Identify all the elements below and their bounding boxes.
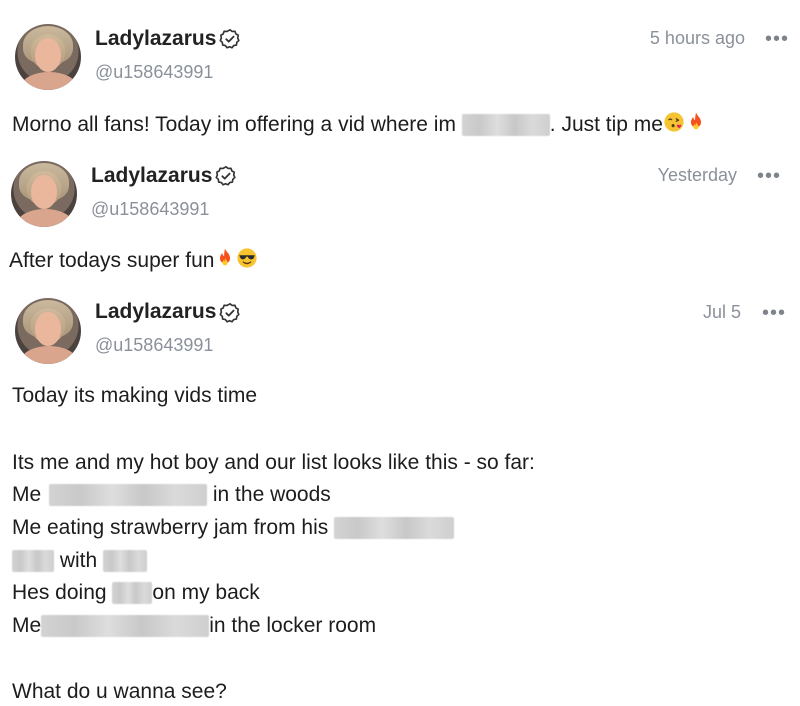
post-text-line: Hes doing on my back [12, 581, 260, 605]
post-text-part: with [59, 549, 98, 572]
face-blowing-kiss-emoji [664, 112, 684, 132]
censored-text-blur [103, 550, 148, 573]
more-options-icon[interactable]: ••• [762, 302, 786, 325]
post-text-part: Me [12, 614, 42, 637]
post-timestamp[interactable]: Jul 5 [703, 302, 741, 323]
verified-badge-icon [215, 166, 236, 186]
post-text: Morno all fans! Today im offering a vid … [12, 111, 707, 137]
post-timestamp[interactable]: Yesterday [658, 165, 737, 186]
fire-emoji [690, 112, 702, 130]
post-text-part: on my back [152, 581, 260, 604]
post-text: After todays super fun [9, 247, 258, 273]
verified-badge-icon [219, 29, 240, 49]
post-text-part: in the locker room [209, 614, 377, 637]
post-text-part: Me eating strawberry jam from his [12, 516, 329, 539]
more-options-icon[interactable]: ••• [765, 28, 789, 51]
censored-text-blur [12, 550, 54, 573]
post-text-part: After todays super fun [9, 249, 215, 272]
post-text-part: Hes doing [12, 581, 107, 604]
post-text-part: . Just tip me [549, 113, 663, 136]
author-name[interactable]: Ladylazarus [95, 300, 216, 324]
avatar[interactable] [11, 161, 77, 227]
post-text-line: Me in the locker room [12, 614, 376, 638]
smiling-face-with-sunglasses-emoji [237, 248, 258, 268]
post-text-line: with [12, 549, 148, 573]
author-handle[interactable]: @u158643991 [91, 199, 209, 220]
censored-text-blur [112, 582, 153, 605]
author-handle[interactable]: @u158643991 [95, 335, 213, 356]
avatar[interactable] [15, 24, 81, 90]
post-text-line: Today its making vids time [12, 384, 258, 407]
post-timestamp[interactable]: 5 hours ago [650, 28, 745, 49]
censored-text-blur [41, 615, 210, 638]
post-text-part: Morno all fans! Today im offering a vid … [12, 113, 456, 136]
post-text-line: Its me and my hot boy and our list looks… [12, 451, 535, 474]
avatar[interactable] [15, 298, 81, 364]
post-text-part: in the woods [212, 483, 331, 506]
post-text-line: What do u wanna see? [12, 680, 227, 703]
fire-emoji [220, 248, 231, 266]
verified-badge-icon [219, 303, 240, 323]
more-options-icon[interactable]: ••• [757, 165, 781, 188]
author-handle[interactable]: @u158643991 [95, 62, 213, 83]
author-name[interactable]: Ladylazarus [95, 27, 216, 51]
post-text-line: Me eating strawberry jam from his [12, 516, 455, 540]
censored-text-blur [334, 517, 455, 540]
post-text-part: Me [12, 483, 42, 506]
censored-text-blur [461, 114, 550, 137]
censored-text-blur [49, 484, 208, 507]
author-name[interactable]: Ladylazarus [91, 164, 212, 188]
post-text-line: Me in the woods [12, 483, 331, 507]
